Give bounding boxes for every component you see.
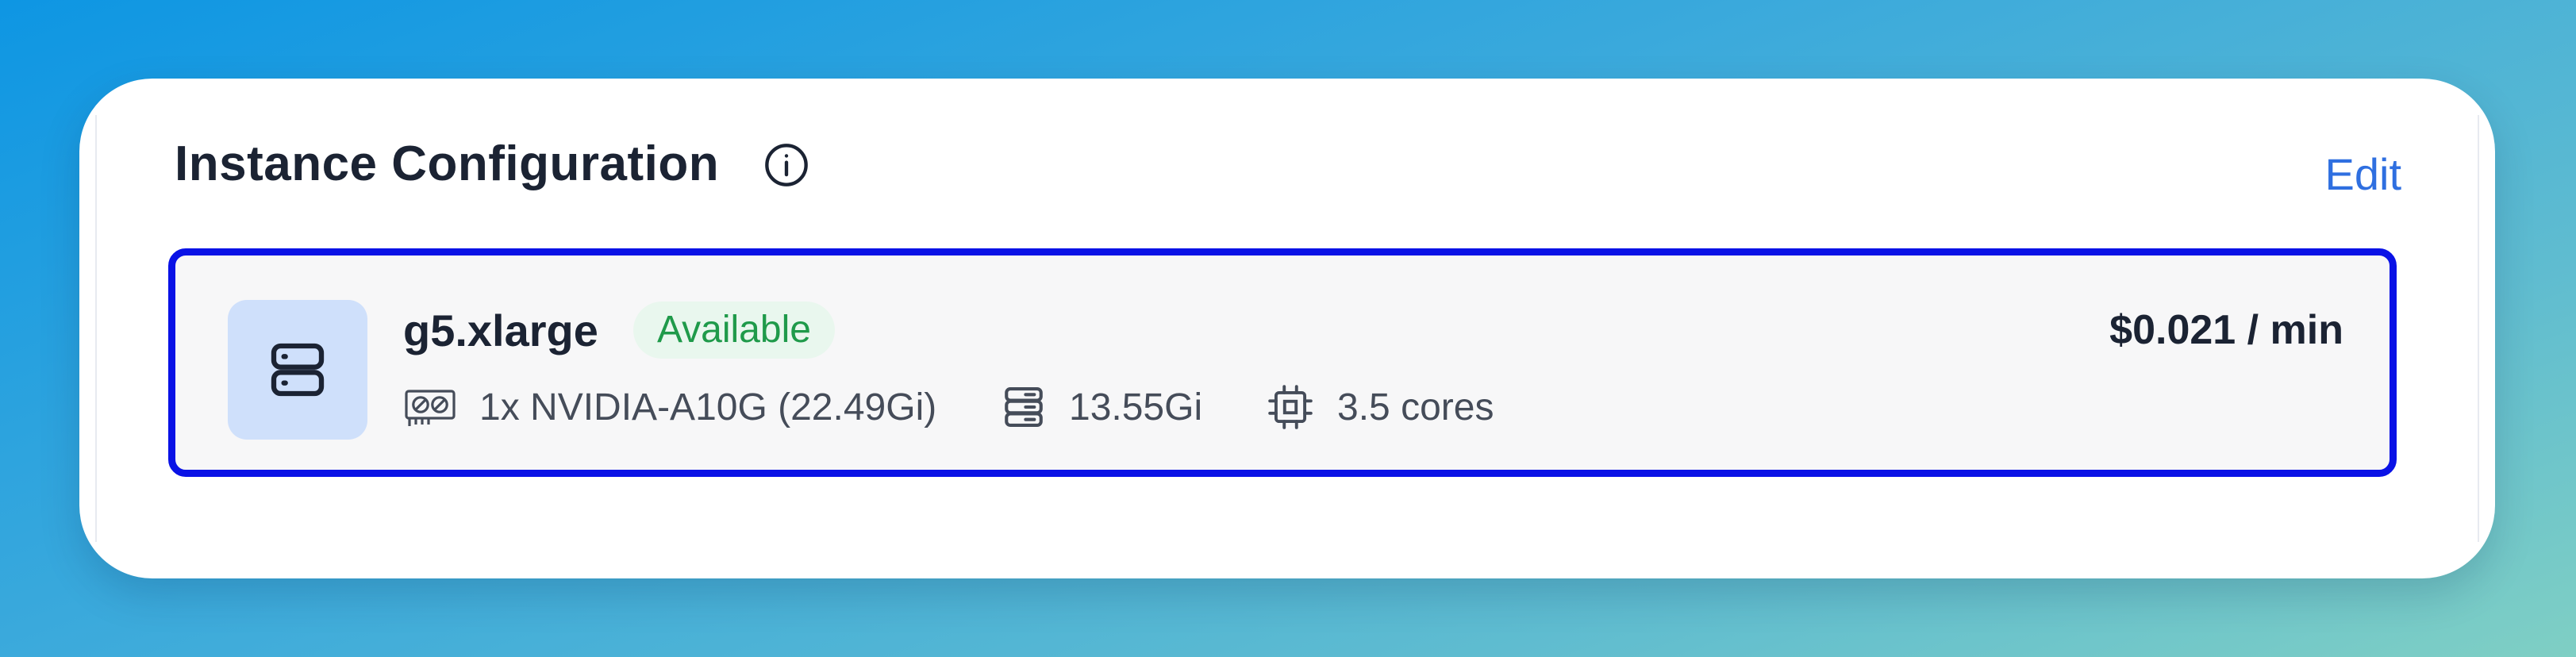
cpu-spec-label: 3.5 cores xyxy=(1337,386,1494,428)
memory-spec-label: 13.55Gi xyxy=(1069,386,1203,428)
gpu-spec: 1x NVIDIA-A10G (22.49Gi) xyxy=(403,379,936,435)
gpu-card-icon xyxy=(405,390,456,426)
instance-name: g5.xlarge xyxy=(403,305,598,355)
server-icon xyxy=(271,343,325,397)
card-right-edge xyxy=(2478,115,2479,542)
cpu-spec: 3.5 cores xyxy=(1266,379,1494,435)
info-circle-icon[interactable] xyxy=(763,142,809,188)
selected-instance-row[interactable]: g5.xlarge Available $0.021 / min 1x NVID… xyxy=(168,248,2397,477)
memory-spec: 13.55Gi xyxy=(1001,379,1202,435)
edit-link[interactable]: Edit xyxy=(2325,148,2402,200)
status-badge: Available xyxy=(633,302,835,359)
card-left-edge xyxy=(95,115,97,542)
instance-icon-tile xyxy=(228,300,367,440)
instance-price: $0.021 / min xyxy=(2109,307,2343,353)
gpu-spec-label: 1x NVIDIA-A10G (22.49Gi) xyxy=(479,386,937,428)
instance-configuration-card: Instance Configuration Edit g5.xlarge Av… xyxy=(79,79,2495,578)
cpu-chip-icon xyxy=(1268,385,1313,429)
section-title: Instance Configuration xyxy=(175,136,720,191)
memory-icon xyxy=(1005,386,1043,428)
